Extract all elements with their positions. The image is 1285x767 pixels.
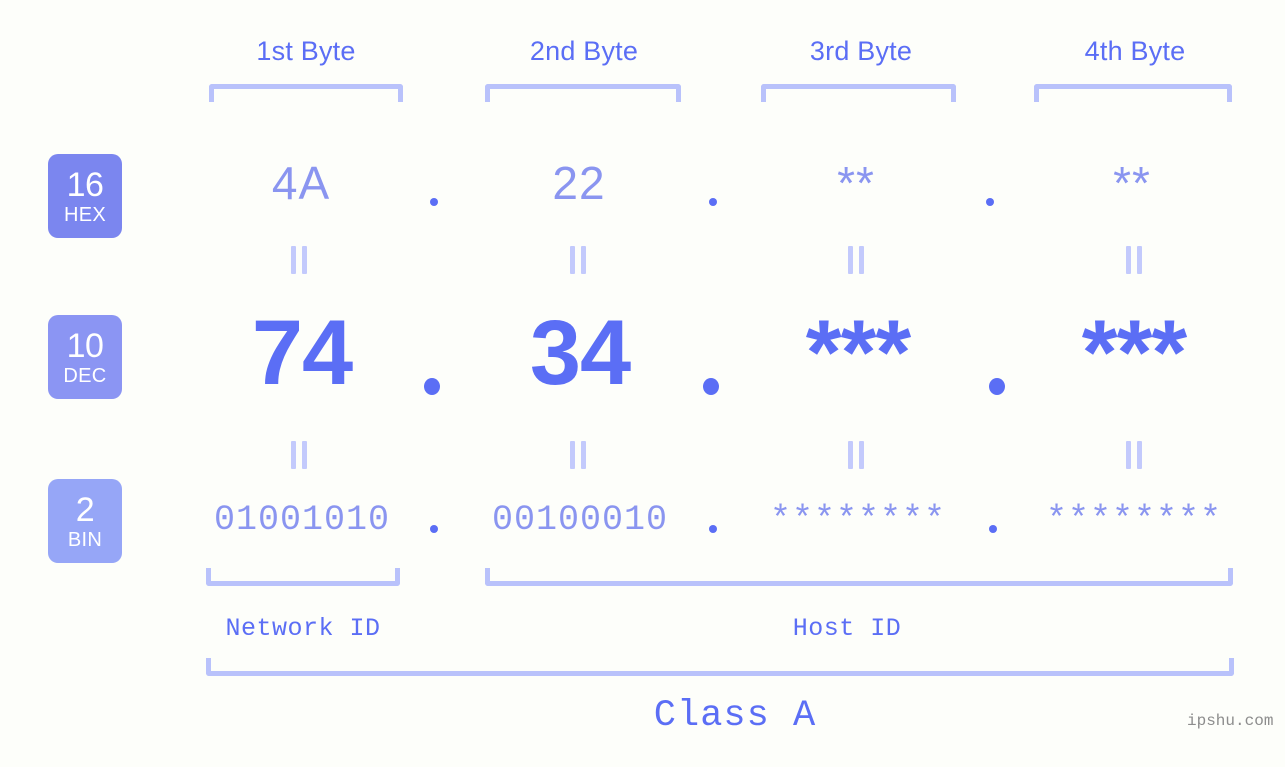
dec-byte-2-value: 34 (529, 302, 631, 404)
bin-separator-dot-2 (709, 525, 717, 533)
byte-header-bracket-4 (1034, 84, 1232, 102)
base-badge-hex-number: 16 (66, 165, 104, 204)
base-badge-dec-name: DEC (63, 364, 107, 387)
base-badge-bin-name: BIN (67, 528, 103, 551)
bin-byte-4-value: ******** (1045, 500, 1223, 540)
base-badge-bin-number: 2 (75, 490, 95, 529)
base-badge-hex-name: HEX (63, 203, 107, 226)
dec-byte-3-value: *** (805, 302, 911, 404)
equality-marker-dec-bin-2 (570, 441, 586, 469)
network-id-bracket (206, 568, 400, 586)
hex-separator-dot-2 (709, 198, 717, 206)
class-bracket (206, 658, 1234, 676)
hex-byte-2-value: 22 (552, 157, 606, 209)
byte-header-label-3: 3rd Byte (809, 36, 913, 66)
equality-marker-dec-bin-4 (1126, 441, 1142, 469)
bin-separator-dot-1 (430, 525, 438, 533)
byte-header-label-1: 1st Byte (256, 36, 356, 66)
hex-separator-dot-1 (430, 198, 438, 206)
dec-separator-dot-2 (703, 378, 719, 395)
dec-separator-dot-3 (989, 378, 1005, 395)
hex-byte-3-value: ** (837, 157, 875, 209)
host-id-bracket (485, 568, 1233, 586)
class-label: Class A (653, 695, 817, 737)
base-badge-hex: 16 HEX (48, 154, 122, 238)
equality-marker-hex-dec-1 (291, 246, 307, 274)
equality-marker-hex-dec-2 (570, 246, 586, 274)
equality-marker-hex-dec-4 (1126, 246, 1142, 274)
equality-marker-dec-bin-3 (848, 441, 864, 469)
base-badge-dec: 10 DEC (48, 315, 122, 399)
dec-byte-4-value: *** (1081, 302, 1187, 404)
byte-header-label-4: 4th Byte (1084, 36, 1186, 66)
base-badge-dec-number: 10 (66, 326, 104, 365)
equality-marker-hex-dec-3 (848, 246, 864, 274)
byte-header-bracket-1 (209, 84, 403, 102)
hex-byte-1-value: 4A (271, 157, 331, 209)
equality-marker-dec-bin-1 (291, 441, 307, 469)
dec-separator-dot-1 (424, 378, 440, 395)
byte-header-bracket-2 (485, 84, 681, 102)
bin-byte-2-value: 00100010 (491, 500, 669, 540)
base-badge-bin: 2 BIN (48, 479, 122, 563)
byte-header-bracket-3 (761, 84, 956, 102)
bin-separator-dot-3 (989, 525, 997, 533)
dec-byte-1-value: 74 (251, 302, 353, 404)
bin-byte-1-value: 01001010 (213, 500, 391, 540)
bin-byte-3-value: ******** (769, 500, 947, 540)
site-watermark: ipshu.com (1187, 712, 1274, 730)
byte-header-label-2: 2nd Byte (529, 36, 639, 66)
network-id-label: Network ID (225, 614, 381, 643)
hex-byte-4-value: ** (1113, 157, 1151, 209)
hex-separator-dot-3 (986, 198, 994, 206)
host-id-label: Host ID (792, 614, 902, 643)
ip-address-breakdown-diagram: 1st Byte 2nd Byte 3rd Byte 4th Byte 16 H… (0, 0, 1285, 767)
